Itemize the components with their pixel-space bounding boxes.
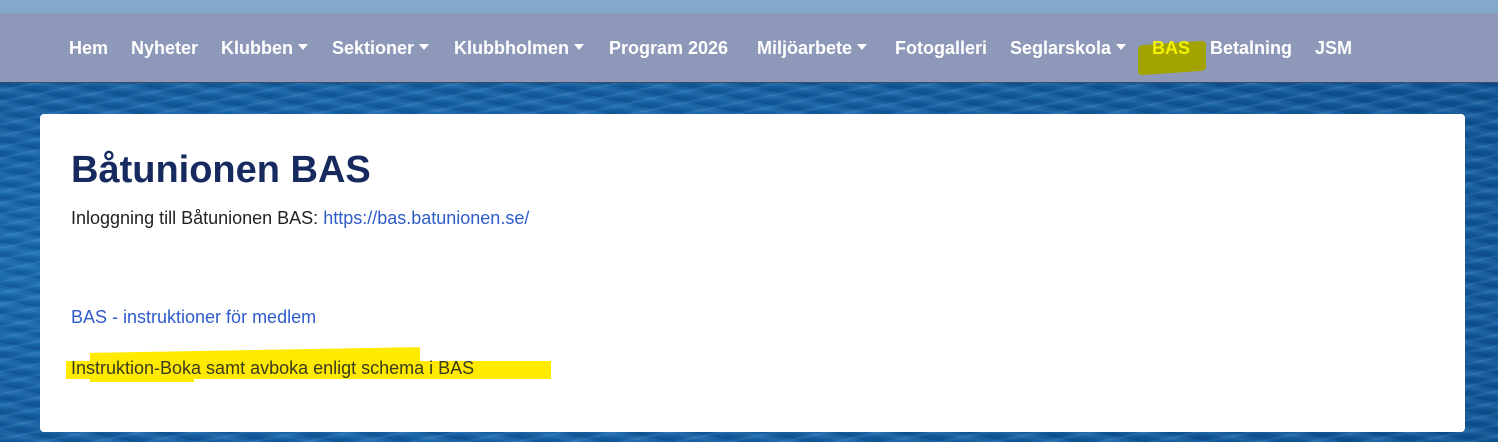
nav-item-klubbholmen[interactable]: Klubbholmen [454, 36, 584, 60]
nav-item-betalning[interactable]: Betalning [1210, 36, 1292, 60]
nav-item-jsm[interactable]: JSM [1315, 36, 1352, 60]
main-navbar: Hem Nyheter Klubben Sektioner Klubbholme… [0, 13, 1498, 83]
instructions-link[interactable]: BAS - instruktioner för medlem [71, 305, 316, 329]
chevron-down-icon [298, 44, 308, 51]
nav-item-bas[interactable]: BAS [1152, 36, 1190, 60]
nav-item-nyheter[interactable]: Nyheter [131, 36, 198, 60]
nav-item-label: Fotogalleri [895, 38, 988, 58]
nav-item-hem[interactable]: Hem [69, 36, 108, 60]
chevron-down-icon [857, 44, 868, 51]
page-title: Båtunionen BAS [71, 149, 371, 191]
nav-item-label: Seglarskola [1010, 38, 1112, 58]
nav-item-label: JSM [1315, 38, 1353, 58]
bas-login-link[interactable]: https://bas.batunionen.se/ [323, 208, 529, 228]
nav-item-program-2026[interactable]: Program 2026 [609, 36, 728, 60]
nav-item-label: Nyheter [131, 38, 199, 58]
nav-item-klubben[interactable]: Klubben [221, 36, 308, 60]
nav-item-label: Miljöarbete [757, 38, 853, 58]
chevron-down-icon [419, 44, 430, 51]
login-line: Inloggning till Båtunionen BAS: https://… [71, 206, 529, 230]
content-card: Båtunionen BAS Inloggning till Båtunione… [40, 114, 1465, 432]
nav-item-label: Klubben [221, 38, 293, 58]
nav-item-label: Hem [69, 38, 109, 58]
boka-instruction-text: Instruktion-Boka samt avboka enligt sche… [71, 358, 475, 378]
nav-item-seglarskola[interactable]: Seglarskola [1010, 36, 1127, 60]
top-strip [0, 0, 1498, 13]
nav-item-label: Klubbholmen [454, 38, 569, 58]
nav-item-label: Sektioner [332, 38, 415, 58]
nav-item-fotogalleri[interactable]: Fotogalleri [895, 36, 987, 60]
chevron-down-icon [1116, 44, 1127, 51]
nav-item-label: Program 2026 [609, 38, 729, 58]
nav-item-label: Betalning [1210, 38, 1293, 58]
chevron-down-icon [574, 44, 584, 51]
nav-item-sektioner[interactable]: Sektioner [332, 36, 430, 60]
login-text: Inloggning till Båtunionen BAS: [71, 208, 324, 228]
nav-item-miljoarbete[interactable]: Miljöarbete [757, 36, 868, 60]
nav-item-label: BAS [1152, 38, 1191, 58]
